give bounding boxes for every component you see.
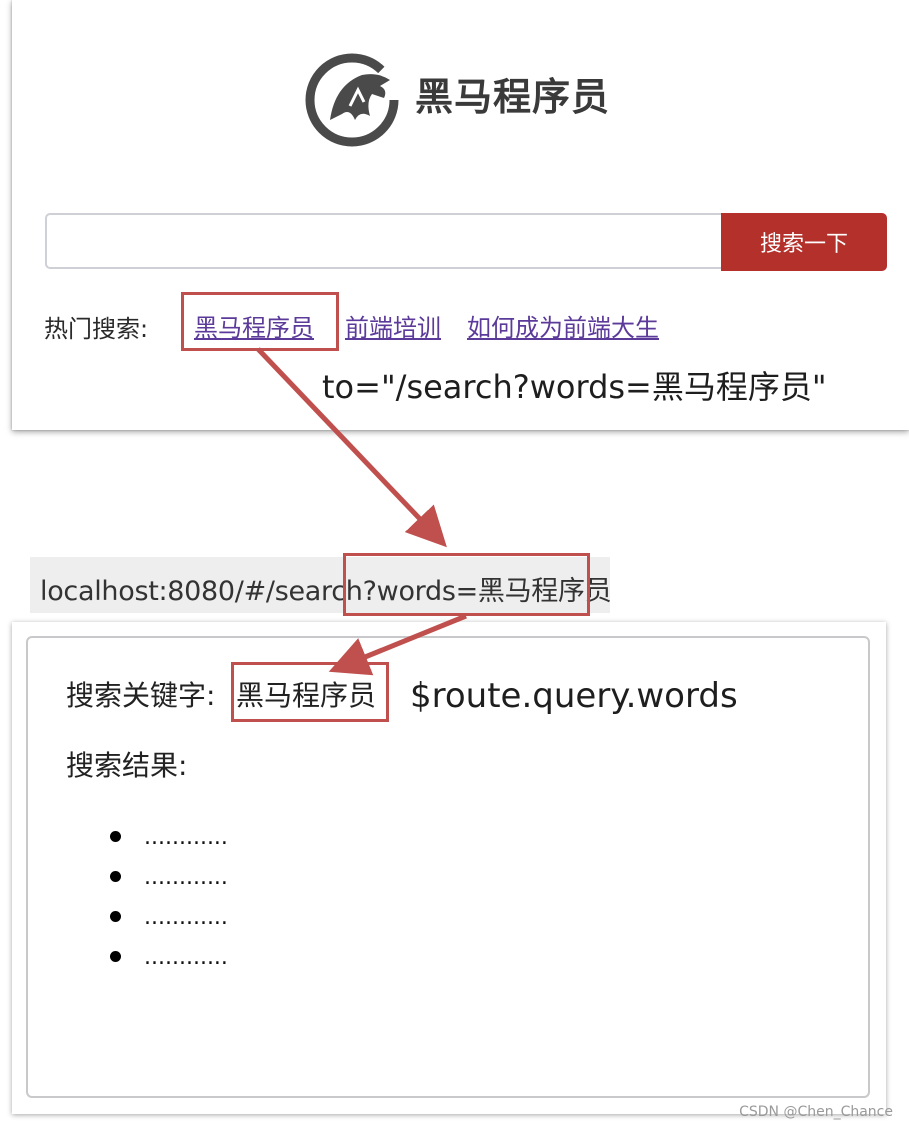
dragon-logo-icon [305, 53, 399, 147]
url-host-path: localhost:8080/#/search [40, 576, 363, 607]
highlight-box-keyword [231, 662, 389, 722]
results-list: ............ ............ ............ .… [106, 818, 228, 978]
result-text: ............ [144, 865, 228, 890]
list-item: ............ [106, 858, 228, 898]
hot-link-become-frontend-expert[interactable]: 如何成为前端大生 [467, 308, 659, 343]
list-item: ............ [106, 938, 228, 978]
bullet-icon [110, 871, 121, 882]
bullet-icon [110, 911, 121, 922]
hot-link-frontend-training[interactable]: 前端培训 [345, 308, 441, 343]
highlight-box-url-query [343, 553, 590, 616]
bullet-icon [110, 951, 121, 962]
router-link-annotation: to="/search?words=黑马程序员" [322, 368, 827, 406]
logo-text: 黑马程序员 [415, 75, 611, 119]
route-query-annotation: $route.query.words [410, 676, 738, 716]
result-text: ............ [144, 905, 228, 930]
hot-search-label: 热门搜索: [44, 315, 149, 343]
result-text: ............ [144, 825, 228, 850]
results-label: 搜索结果: [66, 749, 188, 782]
list-item: ............ [106, 898, 228, 938]
highlight-box-hot-link [181, 292, 339, 351]
result-text: ............ [144, 945, 228, 970]
bullet-icon [110, 831, 121, 842]
keyword-label: 搜索关键字: [66, 679, 216, 712]
search-input[interactable] [45, 213, 721, 269]
list-item: ............ [106, 818, 228, 858]
watermark: CSDN @Chen_Chance [739, 1104, 893, 1120]
search-button[interactable]: 搜索一下 [721, 213, 887, 271]
